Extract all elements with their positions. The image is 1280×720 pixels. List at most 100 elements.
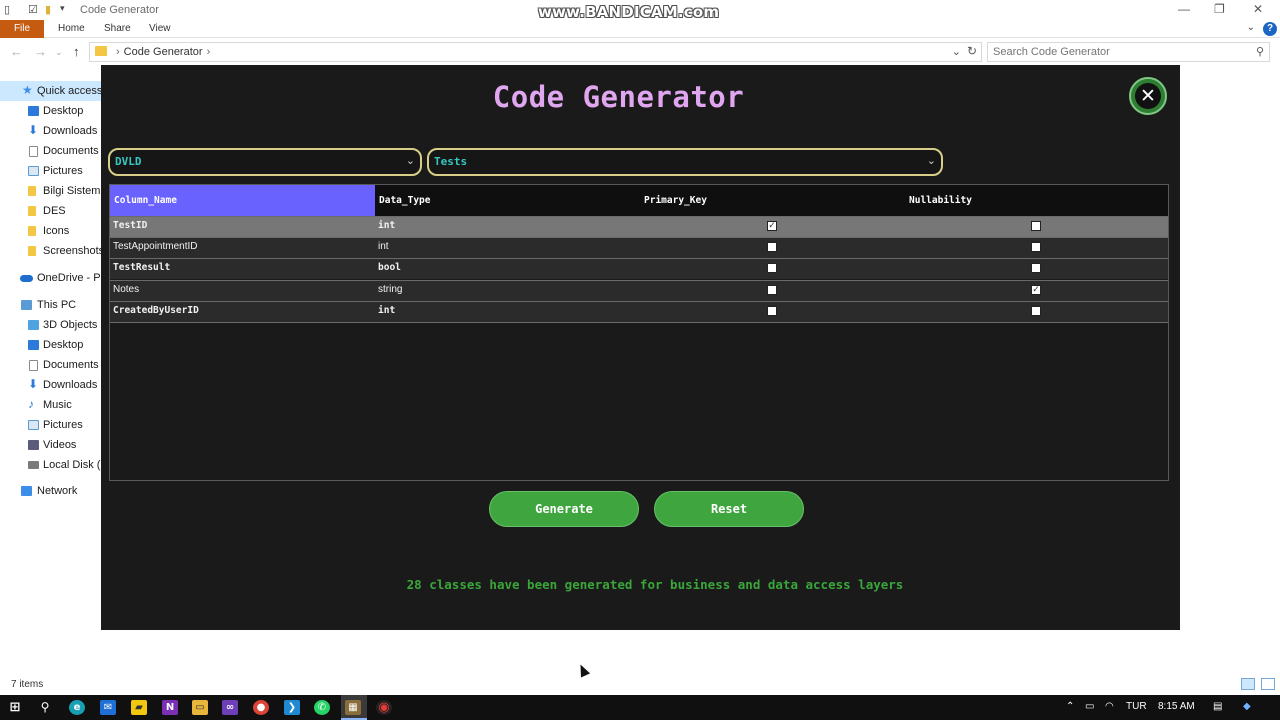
close-window-button[interactable]: ✕ xyxy=(1253,2,1263,16)
mail-icon[interactable]: ✉ xyxy=(100,700,116,715)
sidebar-item-local-disk[interactable]: Local Disk (C:) xyxy=(0,455,102,475)
address-dropdown-icon[interactable]: ⌄ xyxy=(952,45,961,58)
primary-key-checkbox[interactable] xyxy=(767,285,777,295)
table-row[interactable]: TestID int ✓ xyxy=(110,216,1168,237)
column-header-name[interactable]: Column_Name xyxy=(110,185,375,216)
edge-icon[interactable]: e xyxy=(69,700,85,715)
address-bar-row: ← → ⌄ ↑ ›Code Generator› ⌄ ↻ ⚲ xyxy=(0,39,1280,65)
back-icon[interactable]: ← xyxy=(10,44,23,59)
forward-icon[interactable]: → xyxy=(34,44,47,59)
sidebar-item-music[interactable]: ♪ Music xyxy=(0,395,102,415)
new-folder-icon[interactable]: ▮ xyxy=(45,3,51,16)
column-header-primary-key[interactable]: Primary_Key xyxy=(640,185,905,216)
search-input[interactable] xyxy=(988,43,1238,61)
column-header-nullability[interactable]: Nullability xyxy=(905,185,1168,216)
sidebar-item-documents[interactable]: Documents xyxy=(0,141,102,161)
notifications-icon[interactable]: ▤ xyxy=(1213,701,1222,712)
sidebar-item-pictures[interactable]: Pictures xyxy=(0,161,102,181)
generate-button[interactable]: Generate xyxy=(489,491,639,527)
chevron-down-icon: ⌄ xyxy=(926,154,936,167)
primary-key-checkbox[interactable] xyxy=(767,263,777,273)
windows-start-icon[interactable]: ⊞ xyxy=(7,700,23,715)
computer-icon xyxy=(21,300,32,310)
cell-data-type: string xyxy=(378,284,403,295)
chrome-icon[interactable]: ● xyxy=(253,700,269,715)
sidebar-item-quick-access[interactable]: ★ Quick access xyxy=(0,81,102,101)
maximize-button[interactable]: ❐ xyxy=(1214,2,1225,16)
sidebar-item-pc-downloads[interactable]: ⬇ Downloads xyxy=(0,375,102,395)
refresh-icon[interactable]: ↻ xyxy=(967,44,977,58)
folder-icon xyxy=(28,186,36,196)
properties-icon[interactable]: ☑ xyxy=(28,3,38,16)
copilot-icon[interactable]: ◆ xyxy=(1243,701,1251,712)
table-row[interactable]: TestAppointmentID int xyxy=(110,237,1168,258)
sidebar-item-pc-desktop[interactable]: Desktop xyxy=(0,335,102,355)
help-icon[interactable]: ? xyxy=(1263,22,1277,36)
primary-key-checkbox[interactable]: ✓ xyxy=(767,221,777,231)
table-select[interactable]: Tests ⌄ xyxy=(427,148,943,176)
sidebar-item-des[interactable]: DES xyxy=(0,201,102,221)
table-row[interactable]: TestResult bool xyxy=(110,258,1168,279)
app-title: Code Generator xyxy=(492,80,745,114)
sidebar-item-downloads[interactable]: ⬇ Downloads xyxy=(0,121,102,141)
primary-key-checkbox[interactable] xyxy=(767,242,777,252)
battery-icon[interactable]: ▭ xyxy=(1085,701,1094,712)
show-hidden-icons-icon[interactable]: ⌃ xyxy=(1066,701,1074,712)
whatsapp-icon[interactable]: ✆ xyxy=(314,700,330,715)
customize-quick-access-icon[interactable]: ▾ xyxy=(60,3,65,14)
sidebar-item-3d-objects[interactable]: 3D Objects xyxy=(0,315,102,335)
cell-data-type: int xyxy=(378,220,396,231)
language-indicator[interactable]: TUR xyxy=(1126,701,1147,712)
vs-code-icon[interactable]: ❯ xyxy=(284,700,300,715)
cell-column-name: TestAppointmentID xyxy=(113,241,198,252)
address-field[interactable]: › Code Generator › ⌄ ↻ xyxy=(89,42,982,62)
code-generator-app-icon[interactable]: ▦ xyxy=(345,700,361,715)
table-row[interactable]: CreatedByUserID int xyxy=(110,301,1168,322)
sidebar-item-this-pc[interactable]: This PC xyxy=(0,295,102,315)
tab-share[interactable]: Share xyxy=(104,23,131,34)
table-row[interactable]: Notes string ✓ xyxy=(110,280,1168,301)
up-icon[interactable]: ↑ xyxy=(73,44,80,59)
nullability-checkbox[interactable] xyxy=(1031,263,1041,273)
nullability-checkbox[interactable]: ✓ xyxy=(1031,285,1041,295)
sidebar-item-desktop[interactable]: Desktop xyxy=(0,101,102,121)
close-icon: ✕ xyxy=(1135,83,1161,109)
database-select[interactable]: DVLD ⌄ xyxy=(108,148,422,176)
sticky-notes-icon[interactable]: ▰ xyxy=(131,700,147,715)
tab-file[interactable]: File xyxy=(0,20,44,38)
file-explorer-icon[interactable]: ▭ xyxy=(192,700,208,715)
nullability-checkbox[interactable] xyxy=(1031,221,1041,231)
onenote-icon[interactable]: N xyxy=(162,700,178,715)
tab-home[interactable]: Home xyxy=(58,23,85,34)
recent-locations-icon[interactable]: ⌄ xyxy=(55,47,63,58)
columns-grid[interactable]: Column_Name Data_Type Primary_Key Nullab… xyxy=(109,184,1169,481)
sidebar-item-onedrive[interactable]: OneDrive - Personal xyxy=(0,268,102,288)
close-app-button[interactable]: ✕ xyxy=(1129,77,1167,115)
ribbon: File Home Share View ⌄ ? xyxy=(0,20,1280,38)
search-icon[interactable]: ⚲ xyxy=(37,700,53,715)
sidebar-item-network[interactable]: Network xyxy=(0,481,102,501)
search-box[interactable]: ⚲ xyxy=(987,42,1270,62)
bandicam-record-icon[interactable]: ◉ xyxy=(376,700,392,715)
clock[interactable]: 8:15 AM xyxy=(1158,701,1195,712)
nullability-checkbox[interactable] xyxy=(1031,306,1041,316)
tab-view[interactable]: View xyxy=(149,23,171,34)
primary-key-checkbox[interactable] xyxy=(767,306,777,316)
sidebar-item-screenshots[interactable]: Screenshots xyxy=(0,241,102,261)
breadcrumb[interactable]: › Code Generator › xyxy=(112,46,214,58)
details-view-icon[interactable] xyxy=(1241,678,1255,690)
search-icon[interactable]: ⚲ xyxy=(1256,45,1264,58)
sidebar-item-bilgi-sistemleri[interactable]: Bilgi Sistemleri xyxy=(0,181,102,201)
reset-button[interactable]: Reset xyxy=(654,491,804,527)
sidebar-item-icons[interactable]: Icons xyxy=(0,221,102,241)
nullability-checkbox[interactable] xyxy=(1031,242,1041,252)
sidebar-item-pc-documents[interactable]: Documents xyxy=(0,355,102,375)
column-header-type[interactable]: Data_Type xyxy=(375,185,640,216)
minimize-button[interactable]: — xyxy=(1178,2,1190,16)
visual-studio-icon[interactable]: ∞ xyxy=(222,700,238,715)
wifi-icon[interactable]: ◠ xyxy=(1105,701,1114,712)
expand-ribbon-icon[interactable]: ⌄ xyxy=(1247,22,1255,33)
sidebar-item-pc-pictures[interactable]: Pictures xyxy=(0,415,102,435)
sidebar-item-videos[interactable]: Videos xyxy=(0,435,102,455)
large-icons-view-icon[interactable] xyxy=(1261,678,1275,690)
